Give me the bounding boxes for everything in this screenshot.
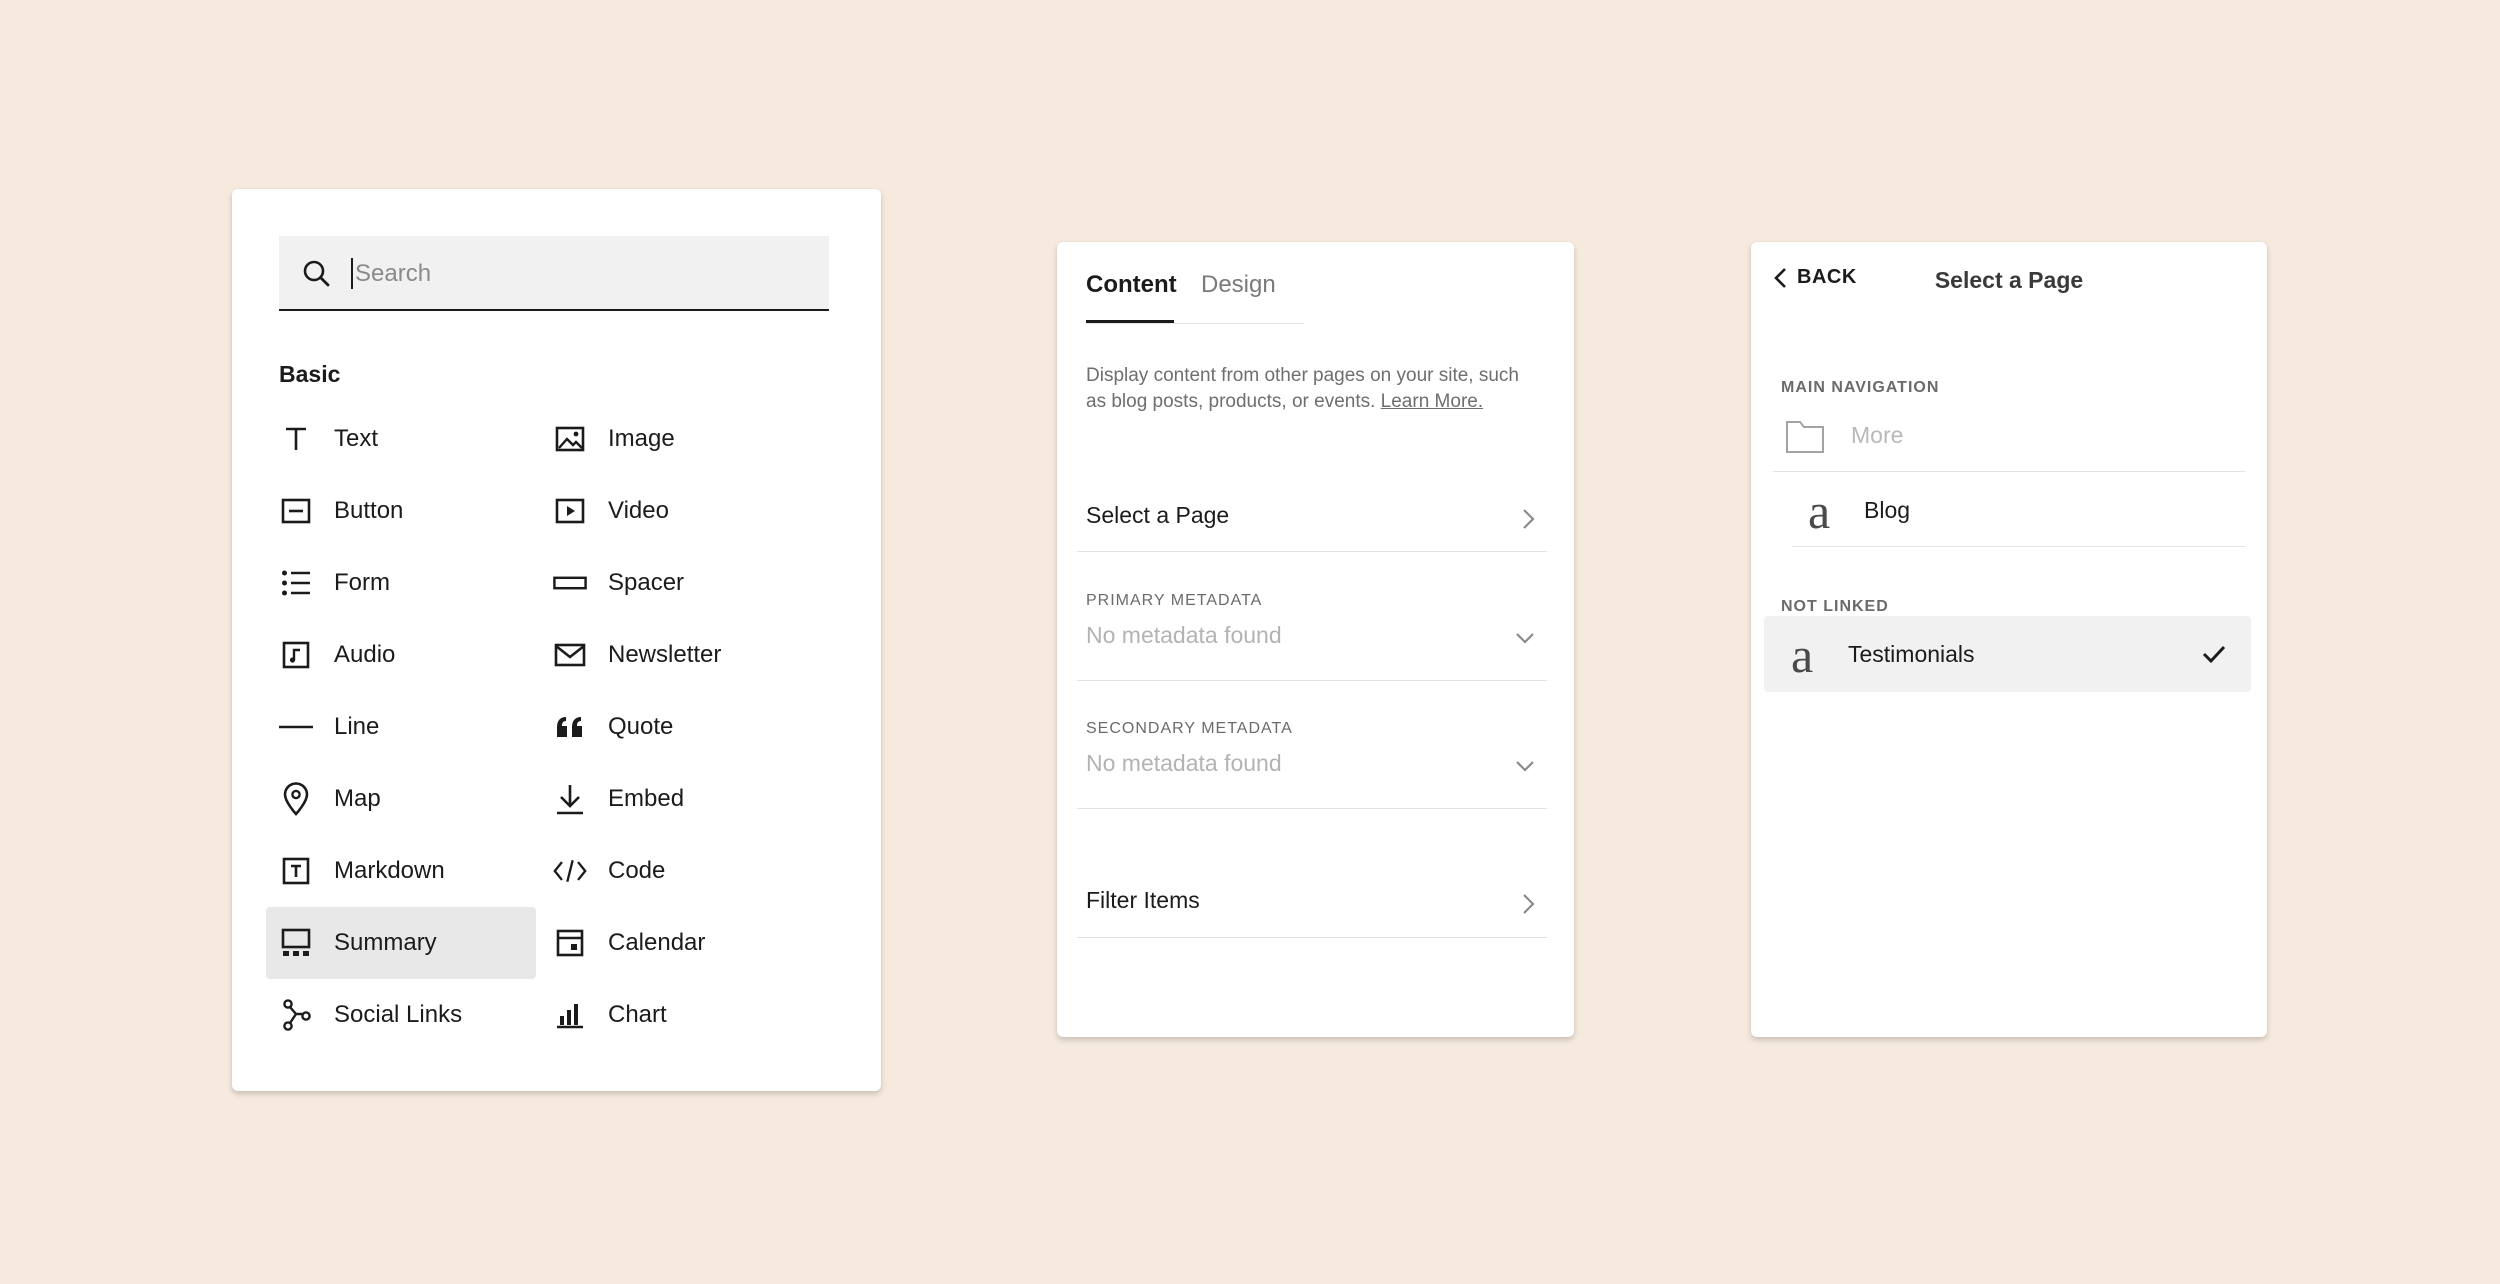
- block-item-social-links[interactable]: Social Links: [266, 979, 536, 1051]
- markdown-icon: [279, 854, 313, 888]
- primary-metadata-value: No metadata found: [1086, 622, 1282, 648]
- block-label: Spacer: [608, 569, 685, 596]
- line-icon: [279, 710, 313, 744]
- select-page-label: Select a Page: [1086, 502, 1230, 528]
- block-item-audio[interactable]: Audio: [266, 619, 536, 691]
- page-icon: a: [1791, 632, 1813, 676]
- block-label: Audio: [334, 641, 396, 668]
- block-item-form[interactable]: Form: [266, 547, 536, 619]
- image-icon: [553, 422, 587, 456]
- block-item-video[interactable]: Video: [540, 475, 810, 547]
- page-item-more: More: [1773, 400, 2245, 472]
- chevron-right-icon: [1523, 894, 1535, 914]
- block-item-image[interactable]: Image: [540, 403, 810, 475]
- social-links-icon: [279, 998, 313, 1032]
- block-label: Line: [334, 713, 380, 740]
- block-label: Quote: [608, 713, 674, 740]
- search-icon: [303, 260, 330, 287]
- summary-icon: [279, 926, 313, 960]
- block-item-map[interactable]: Map: [266, 763, 536, 835]
- block-item-calendar[interactable]: Calendar: [540, 907, 810, 979]
- tab-bar: Content Design: [1086, 268, 1304, 324]
- chevron-down-icon: [1516, 761, 1534, 772]
- form-icon: [279, 566, 313, 600]
- select-page-panel: BACK Select a Page MAIN NAVIGATION More …: [1751, 242, 2267, 1037]
- block-item-summary[interactable]: Summary: [266, 907, 536, 979]
- block-item-newsletter[interactable]: Newsletter: [540, 619, 810, 691]
- blog-page-icon: a: [1808, 488, 1830, 532]
- block-item-quote[interactable]: Quote: [540, 691, 810, 763]
- tab-content[interactable]: Content: [1086, 268, 1177, 323]
- tab-design[interactable]: Design: [1201, 268, 1276, 322]
- map-pin-icon: [279, 782, 313, 816]
- page-label: Testimonials: [1848, 640, 1975, 667]
- search-input[interactable]: [353, 236, 807, 311]
- block-item-text[interactable]: Text: [266, 403, 536, 475]
- section-title: Basic: [279, 361, 341, 387]
- checkmark-icon: [2202, 645, 2226, 664]
- block-label: Text: [334, 425, 379, 452]
- page-label: More: [1851, 422, 1904, 448]
- block-item-line[interactable]: Line: [266, 691, 536, 763]
- description: Display content from other pages on your…: [1086, 363, 1536, 415]
- summary-settings-panel: Content Design Display content from othe…: [1057, 242, 1574, 1037]
- main-navigation-label: MAIN NAVIGATION: [1781, 379, 1940, 396]
- select-page-row[interactable]: Select a Page: [1077, 488, 1547, 552]
- not-linked-label: NOT LINKED: [1781, 598, 1889, 615]
- code-icon: [553, 854, 587, 888]
- learn-more-link[interactable]: Learn More.: [1381, 391, 1483, 412]
- primary-metadata-label: PRIMARY METADATA: [1086, 592, 1263, 609]
- filter-items-label: Filter Items: [1086, 887, 1200, 913]
- block-label: Code: [608, 857, 666, 884]
- primary-metadata-select[interactable]: PRIMARY METADATA No metadata found: [1077, 582, 1547, 681]
- block-label: Newsletter: [608, 641, 722, 668]
- block-label: Social Links: [334, 1001, 463, 1028]
- quote-icon: [553, 710, 587, 744]
- block-item-embed[interactable]: Embed: [540, 763, 810, 835]
- block-label: Map: [334, 785, 381, 812]
- block-item-spacer[interactable]: Spacer: [540, 547, 810, 619]
- block-label: Embed: [608, 785, 685, 812]
- block-label: Markdown: [334, 857, 445, 884]
- secondary-metadata-select[interactable]: SECONDARY METADATA No metadata found: [1077, 710, 1547, 809]
- chevron-down-icon: [1516, 633, 1534, 644]
- chart-icon: [553, 998, 587, 1032]
- block-label: Form: [334, 569, 390, 596]
- block-picker-panel: Basic Text Button Form Audio Line Map: [232, 189, 881, 1091]
- newsletter-icon: [553, 638, 587, 672]
- embed-icon: [553, 782, 587, 816]
- block-item-code[interactable]: Code: [540, 835, 810, 907]
- svg-text:a: a: [1791, 632, 1813, 676]
- filter-items-row[interactable]: Filter Items: [1077, 870, 1547, 938]
- block-item-markdown[interactable]: Markdown: [266, 835, 536, 907]
- page-item-blog[interactable]: a Blog: [1792, 474, 2245, 547]
- chevron-right-icon: [1523, 509, 1535, 529]
- block-label: Calendar: [608, 929, 706, 956]
- svg-text:a: a: [1808, 488, 1830, 532]
- block-item-chart[interactable]: Chart: [540, 979, 810, 1051]
- block-label: Image: [608, 425, 675, 452]
- folder-icon: [1786, 420, 1824, 453]
- block-item-button[interactable]: Button: [266, 475, 536, 547]
- calendar-icon: [553, 926, 587, 960]
- page-item-testimonials[interactable]: a Testimonials: [1764, 616, 2251, 692]
- text-icon: [279, 422, 313, 456]
- panel-title: Select a Page: [1934, 267, 2084, 293]
- button-icon: [279, 494, 313, 528]
- search-bar: [279, 236, 829, 311]
- secondary-metadata-label: SECONDARY METADATA: [1086, 720, 1293, 737]
- page-label: Blog: [1864, 496, 1911, 523]
- spacer-icon: [553, 566, 587, 600]
- block-label: Video: [608, 497, 669, 524]
- block-label: Summary: [334, 929, 437, 956]
- audio-icon: [279, 638, 313, 672]
- block-label: Button: [334, 497, 404, 524]
- video-icon: [553, 494, 587, 528]
- secondary-metadata-value: No metadata found: [1086, 750, 1282, 776]
- block-label: Chart: [608, 1001, 667, 1028]
